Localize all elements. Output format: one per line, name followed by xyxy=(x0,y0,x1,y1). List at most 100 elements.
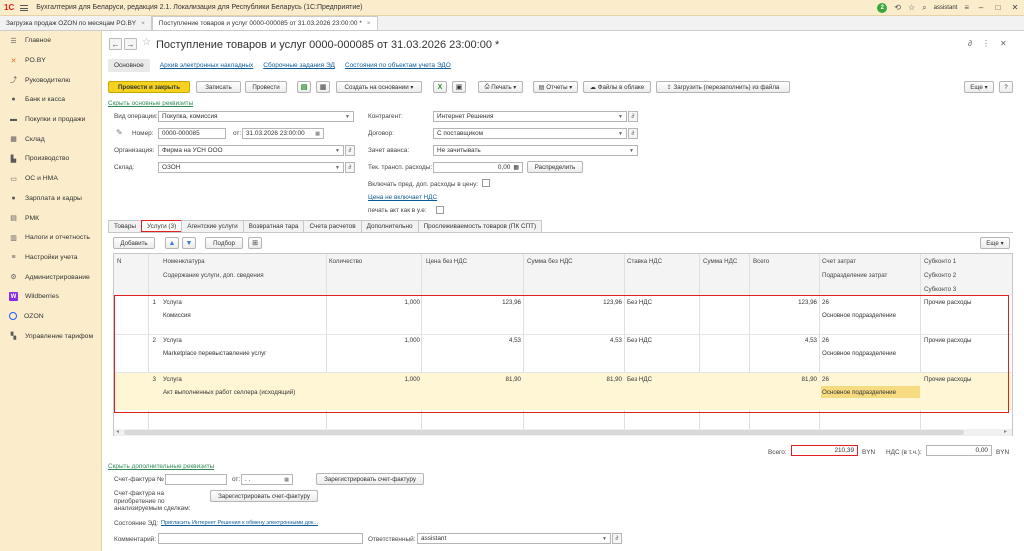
favorite-star-icon[interactable]: ☆ xyxy=(142,37,151,48)
link-icon[interactable]: ∂ xyxy=(968,39,972,48)
maximize-icon[interactable]: □ xyxy=(993,3,1003,12)
hide-extra-link[interactable]: Скрыть дополнительные реквизиты xyxy=(108,463,214,470)
tab-settlement-accounts[interactable]: Счета расчетов xyxy=(303,220,362,232)
attach-icon[interactable]: ▣ xyxy=(452,81,466,93)
sidebar-item-label: Банк и касса xyxy=(25,96,66,104)
save-button[interactable]: Записать xyxy=(196,81,241,93)
load-file-button[interactable]: ⇪ Загрузить (перезаполнить) из файла xyxy=(656,81,790,93)
op-type-select[interactable]: Покупка, комиссия ▼ xyxy=(158,111,354,122)
files-cloud-button[interactable]: ☁ Файлы в облаке xyxy=(583,81,651,93)
tab-returnable-packaging[interactable]: Возвратная тара xyxy=(242,220,305,232)
edit-number-icon[interactable]: ✎ xyxy=(116,128,123,137)
sidebar-item-production[interactable]: ▙ Производство xyxy=(0,149,101,169)
sidebar-item-ozon[interactable]: OZON xyxy=(0,307,101,327)
tab-traceability[interactable]: Прослеживаемость товаров (ПК СПТ) xyxy=(417,220,543,232)
invoice-number-field[interactable] xyxy=(165,474,227,485)
tab-additional[interactable]: Дополнительно xyxy=(360,220,419,232)
print-button[interactable]: ⎙ Печать ▾ xyxy=(478,81,523,93)
open-warehouse-icon[interactable]: ∂ xyxy=(345,162,355,173)
scroll-right-icon[interactable]: ▸ xyxy=(1004,428,1007,435)
sidebar-item-tariff[interactable]: ▚ Управление тарифом xyxy=(0,326,101,346)
sidebar-item-poby[interactable]: ✕ PO.BY xyxy=(0,51,101,71)
forward-button[interactable]: → xyxy=(124,38,137,50)
tab-goods[interactable]: Товары xyxy=(108,220,142,232)
register-invoice2-button[interactable]: Зарегистрировать счет-фактуру xyxy=(210,490,318,502)
invoice-date-field[interactable]: . . ▦ xyxy=(241,474,293,485)
open-contractor-icon[interactable]: ∂ xyxy=(628,111,638,122)
include-prev-checkbox[interactable] xyxy=(482,179,490,187)
link-edo-states[interactable]: Состояния по объектам учета ЭДО xyxy=(345,62,451,69)
col-account: Счет затрат xyxy=(822,258,856,265)
more-button[interactable]: Еще ▾ xyxy=(964,81,994,93)
number-field[interactable]: 0000-000085 xyxy=(158,128,226,139)
open-responsible-icon[interactable]: ∂ xyxy=(612,533,622,544)
columns-icon[interactable]: ⊞ xyxy=(248,237,262,249)
sidebar-item-wildberries[interactable]: W Wildberries xyxy=(0,287,101,307)
minimize-icon[interactable]: – xyxy=(976,3,986,12)
scroll-left-icon[interactable]: ◂ xyxy=(116,428,119,435)
close-icon[interactable]: ✕ xyxy=(1010,3,1020,12)
grid-more-button[interactable]: Еще ▾ xyxy=(980,237,1010,249)
sidebar-item-taxes[interactable]: ▥ Налоги и отчетность xyxy=(0,228,101,248)
create-based-button[interactable]: Создать на основании ▾ xyxy=(336,81,422,93)
structure-icon[interactable]: ▦ xyxy=(316,81,330,93)
post-button[interactable]: Провести xyxy=(245,81,287,93)
sidebar-item-director[interactable]: ⤴ Руководителю xyxy=(0,70,101,90)
reports-button[interactable]: ▤ Отчеты ▾ xyxy=(533,81,578,93)
warehouse-select[interactable]: ОЗОН ▼ xyxy=(158,162,344,173)
sidebar-item-settings[interactable]: ≡ Настройки учета xyxy=(0,248,101,268)
excel-icon[interactable]: X xyxy=(433,81,447,93)
sidebar-item-assets[interactable]: ▭ ОС и НМА xyxy=(0,169,101,189)
link-main[interactable]: Основное xyxy=(108,59,150,72)
dt-kt-icon[interactable]: ▤ xyxy=(297,81,311,93)
comment-field[interactable] xyxy=(158,533,363,544)
sidebar-item-admin[interactable]: ⚙ Администрирование xyxy=(0,267,101,287)
contract-select[interactable]: С поставщиком ▼ xyxy=(433,128,627,139)
back-button[interactable]: ← xyxy=(109,38,122,50)
post-and-close-button[interactable]: Провести и закрыть xyxy=(108,81,190,93)
tab-services[interactable]: Услуги (3) xyxy=(140,220,183,232)
pick-button[interactable]: Подбор xyxy=(205,237,243,249)
sidebar-item-bank[interactable]: ● Банк и касса xyxy=(0,90,101,110)
org-select[interactable]: Фирма на УСН ООО ▼ xyxy=(158,145,344,156)
close-icon[interactable]: ✕ xyxy=(1000,39,1007,48)
advance-select[interactable]: Не зачитывать ▼ xyxy=(433,145,638,156)
history-icon[interactable]: ⟲ xyxy=(894,3,901,12)
price-vat-link[interactable]: Цена не включает НДС xyxy=(368,194,437,201)
sidebar-item-main[interactable]: ☰ Главное xyxy=(0,31,101,51)
link-archive[interactable]: Архив электронных накладных xyxy=(160,62,253,69)
move-down-icon[interactable]: ▼ xyxy=(182,237,196,249)
sidebar-item-warehouse[interactable]: ▦ Склад xyxy=(0,129,101,149)
close-tab-icon[interactable]: × xyxy=(141,20,145,27)
tab-ozon-sales[interactable]: Загрузка продаж OZON по месяцам PO.BY × xyxy=(0,16,152,30)
transport-field[interactable]: 0,00 ▦ xyxy=(433,162,523,173)
sidebar-item-pos[interactable]: ▤ РМК xyxy=(0,208,101,228)
close-tab-icon[interactable]: × xyxy=(367,20,371,27)
add-row-button[interactable]: Добавить xyxy=(113,237,155,249)
distribute-button[interactable]: Распределить xyxy=(527,161,583,173)
register-invoice-button[interactable]: Зарегистрировать счет-фактуру xyxy=(316,473,424,485)
help-button[interactable]: ? xyxy=(999,81,1013,93)
open-org-icon[interactable]: ∂ xyxy=(345,145,355,156)
tab-receipt[interactable]: Поступление товаров и услуг 0000-000085 … xyxy=(151,16,378,30)
edo-invite-link[interactable]: Пригласить Интернет Решения к обмену эле… xyxy=(161,520,318,526)
notifications-icon[interactable]: 2 xyxy=(877,2,888,13)
settings-menu-icon[interactable]: ≡ xyxy=(964,3,969,12)
sidebar-item-sales[interactable]: ▬ Покупки и продажи xyxy=(0,110,101,130)
hide-main-link[interactable]: Скрыть основные реквизиты xyxy=(108,100,193,107)
responsible-select[interactable]: assistant ▼ xyxy=(417,533,611,544)
h-scrollbar-thumb[interactable] xyxy=(124,430,964,435)
search-icon[interactable]: ⌕ xyxy=(922,3,926,13)
tab-agent-services[interactable]: Агентские услуги xyxy=(181,220,244,232)
open-contract-icon[interactable]: ∂ xyxy=(628,128,638,139)
menu-icon[interactable] xyxy=(20,4,29,11)
print-act-checkbox[interactable] xyxy=(436,206,444,214)
more-icon[interactable]: ⋮ xyxy=(982,39,990,48)
date-field[interactable]: 31.03.2026 23:00:00 ▦ xyxy=(242,128,324,139)
move-up-icon[interactable]: ▲ xyxy=(165,237,179,249)
contractor-select[interactable]: Интернет Решения ▼ xyxy=(433,111,627,122)
star-icon[interactable]: ☆ xyxy=(908,3,915,12)
link-assembly[interactable]: Сборочные задания ЭД xyxy=(263,62,335,69)
user-name[interactable]: assistant xyxy=(934,5,958,11)
sidebar-item-payroll[interactable]: ● Зарплата и кадры xyxy=(0,189,101,209)
